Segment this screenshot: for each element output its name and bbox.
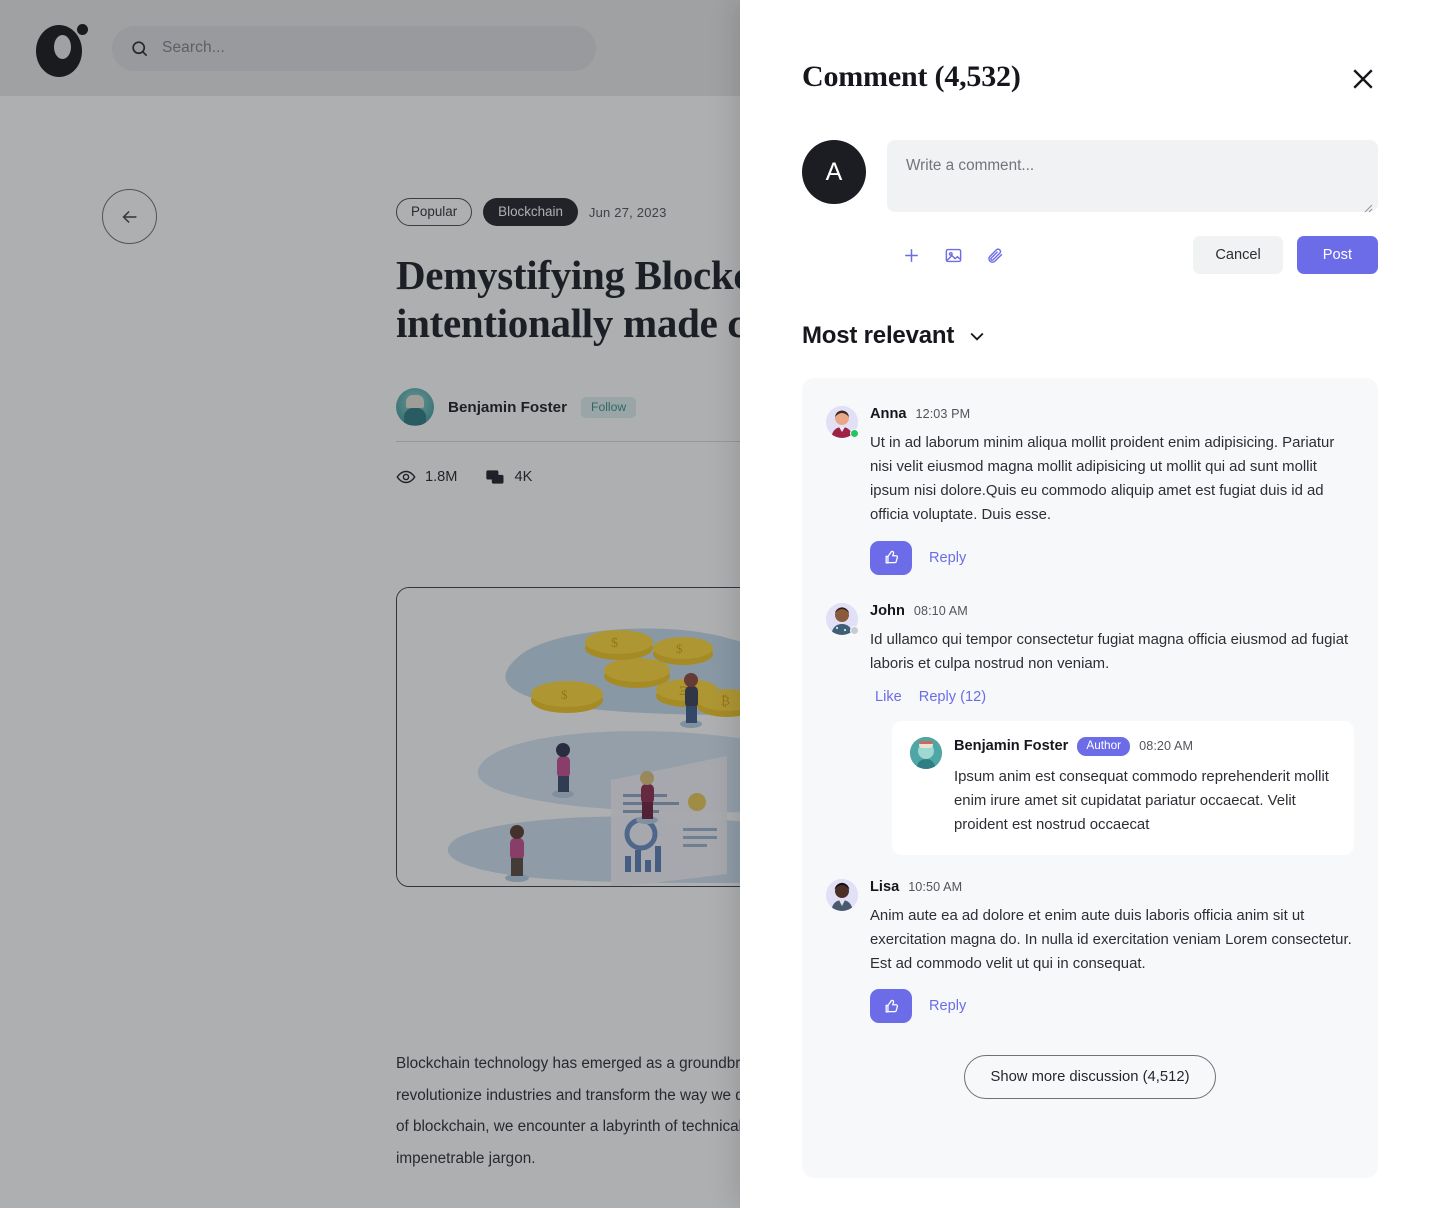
comment-author-name: Anna <box>870 406 907 422</box>
thumbs-up-icon <box>885 550 898 564</box>
sort-selector[interactable]: Most relevant <box>802 322 1378 350</box>
show-more-wrapper: Show more discussion (4,512) <box>822 1055 1358 1100</box>
comment-timestamp: 08:10 AM <box>913 603 968 618</box>
avatar[interactable] <box>826 602 859 635</box>
like-link[interactable]: Like <box>870 689 902 705</box>
cancel-button[interactable]: Cancel <box>1193 236 1283 274</box>
comment-list: Anna 12:03 PM Ut in ad laborum minim ali… <box>802 378 1378 1178</box>
comment-text: Ut in ad laborum minim aliqua mollit pro… <box>870 435 1335 524</box>
close-button[interactable] <box>1348 64 1378 94</box>
comment-text: Ipsum anim est consequat commodo reprehe… <box>954 768 1329 833</box>
avatar-initial: A <box>825 157 843 186</box>
comment-panel-header: Comment (4,532) <box>802 0 1378 94</box>
reply-link[interactable]: Reply <box>929 998 966 1014</box>
comment-author-name: Lisa <box>870 879 900 896</box>
comment-composer: A Write a comment... Cancel Post <box>802 140 1378 274</box>
post-button[interactable]: Post <box>1296 236 1378 274</box>
avatar[interactable] <box>826 879 858 912</box>
status-indicator-online <box>850 429 859 438</box>
thumbs-up-icon <box>885 999 898 1013</box>
reply-link[interactable]: Reply <box>929 550 966 566</box>
comment-reply-item: Benjamin Foster Author 08:20 AM Ipsum an… <box>892 720 1354 856</box>
status-indicator-offline <box>850 625 859 635</box>
comment-author-name: John <box>870 602 905 619</box>
comment-text: Anim aute ea ad dolore et enim aute duis… <box>870 908 1352 973</box>
author-badge: Author <box>1077 736 1131 756</box>
comment-panel: Comment (4,532) A Write a comment... Can… <box>740 0 1440 1208</box>
attachment-icon[interactable] <box>986 246 1005 265</box>
comment-item: Anna 12:03 PM Ut in ad laborum minim ali… <box>822 400 1358 575</box>
like-button[interactable] <box>870 540 912 575</box>
avatar[interactable] <box>910 736 942 769</box>
show-more-discussion-button[interactable]: Show more discussion (4,512) <box>964 1055 1216 1100</box>
like-button[interactable] <box>870 989 912 1024</box>
avatar[interactable]: A <box>802 140 866 204</box>
close-icon <box>1353 69 1373 89</box>
avatar-image <box>910 736 942 769</box>
screen: Search... Popular Blockchain Jun 27, 202… <box>0 0 1440 1208</box>
comment-timestamp: 08:20 AM <box>1139 739 1194 754</box>
comment-item: John 08:10 AM Id ullamco qui tempor cons… <box>822 597 1358 856</box>
comment-timestamp: 10:50 AM <box>908 880 963 895</box>
comment-timestamp: 12:03 PM <box>915 407 971 421</box>
comment-input[interactable] <box>887 140 1378 212</box>
chevron-down-icon <box>970 332 984 341</box>
plus-icon[interactable] <box>902 246 921 265</box>
sort-label: Most relevant <box>802 322 955 349</box>
reply-link[interactable]: Reply (12) <box>919 689 986 705</box>
image-icon[interactable] <box>944 246 963 265</box>
comment-panel-title: Comment (4,532) <box>802 60 1021 93</box>
comment-text: Id ullamco qui tempor consectetur fugiat… <box>870 631 1349 672</box>
avatar-image <box>826 879 858 912</box>
avatar[interactable] <box>826 406 859 438</box>
comment-item: Lisa 10:50 AM Anim aute ea ad dolore et … <box>822 873 1358 1024</box>
comment-author-name: Benjamin Foster <box>954 738 1069 755</box>
